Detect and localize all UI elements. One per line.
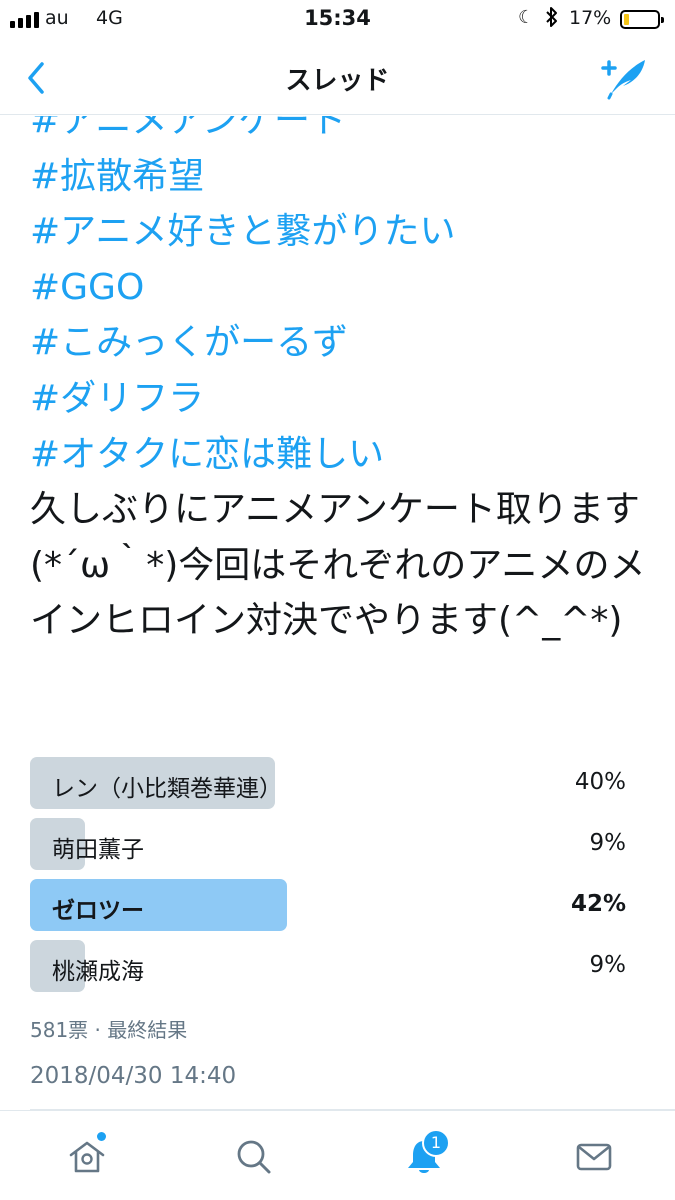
poll-option-percent: 40% (574, 769, 626, 795)
hashtag-link[interactable]: #拡散希望 (30, 149, 650, 205)
compose-tweet-icon (601, 60, 645, 100)
battery-icon (620, 10, 664, 29)
search-icon (237, 1140, 271, 1174)
thread-content: #アニメアンケート #拡散希望 #アニメ好きと繋がりたい #GGO #こみっくが… (0, 116, 675, 1110)
compose-tweet-button[interactable] (597, 54, 649, 102)
tweet-body: 久しぶりにアニメアンケート取ります(*´ω｀*)今回はそれぞれのアニメのメインヒ… (30, 489, 646, 642)
bluetooth-icon (545, 6, 559, 33)
tab-bar: 1 (0, 1110, 675, 1200)
poll-vote-summary: 581票 · 最終結果 (30, 1018, 188, 1042)
page-title: スレッド (285, 66, 390, 96)
hashtag-link[interactable]: #こみっくがーるず (30, 315, 650, 371)
poll-option-label: レン（小比類巻華連） (52, 776, 282, 802)
status-bar: au 4G 15:34 ☾ 17% (0, 0, 675, 40)
poll-option-label: 桃瀬成海 (52, 959, 144, 985)
tab-messages[interactable] (562, 1129, 622, 1185)
tweet-text: #アニメアンケート #拡散希望 #アニメ好きと繋がりたい #GGO #こみっくが… (30, 116, 650, 649)
nav-bar: スレッド (0, 40, 675, 115)
poll-option: レン（小比類巻華連） 40% (30, 756, 626, 810)
battery-percent: 17% (569, 7, 612, 29)
hashtag-link[interactable]: #アニメアンケート (30, 116, 650, 149)
battery-level (624, 14, 629, 25)
poll-option-percent: 9% (589, 830, 627, 856)
hashtag-link[interactable]: #アニメ好きと繋がりたい (30, 204, 650, 260)
hashtag-link[interactable]: #GGO (30, 260, 650, 316)
tab-search[interactable] (222, 1129, 282, 1185)
poll-option-label: ゼロツー (52, 898, 144, 924)
home-notification-dot (97, 1132, 106, 1141)
poll-option-percent: 42% (570, 891, 626, 917)
messages-icon (576, 1143, 612, 1171)
poll: レン（小比類巻華連） 40% 萌田薫子 9% ゼロツー 42% 桃瀬成海 9% (30, 756, 626, 1000)
notifications-badge: 1 (422, 1129, 450, 1157)
tab-home[interactable] (55, 1129, 115, 1185)
poll-option-percent: 9% (589, 952, 627, 978)
tweet-timestamp: 2018/04/30 14:40 (30, 1063, 237, 1089)
hashtag-link[interactable]: #ダリフラ (30, 371, 650, 427)
poll-option: 桃瀬成海 9% (30, 939, 626, 993)
tab-notifications[interactable]: 1 (392, 1129, 452, 1185)
hashtag-link[interactable]: #オタクに恋は難しい (30, 427, 650, 483)
home-icon (69, 1141, 105, 1173)
moon-icon: ☾ (518, 7, 535, 28)
poll-option: ゼロツー 42% (30, 878, 626, 932)
poll-option: 萌田薫子 9% (30, 817, 626, 871)
poll-option-label: 萌田薫子 (52, 837, 144, 863)
